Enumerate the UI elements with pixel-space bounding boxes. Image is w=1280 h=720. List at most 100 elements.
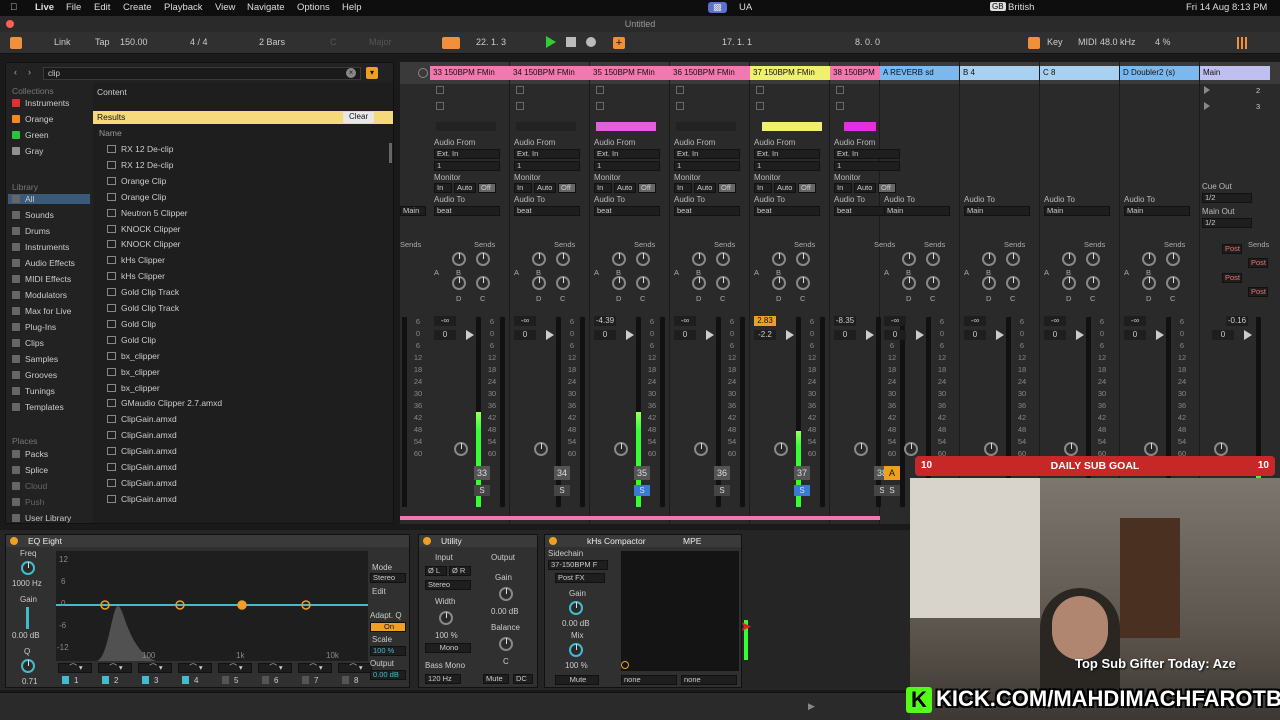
pan-arrow-icon[interactable]: [626, 330, 634, 340]
name-column-header[interactable]: Name: [99, 128, 122, 138]
band-filter-type-select[interactable]: ⌒ ▾: [138, 663, 172, 673]
eq-eight-title[interactable]: EQ Eight: [28, 536, 62, 546]
send-knob-c[interactable]: [772, 276, 786, 290]
pan-field[interactable]: 0: [594, 330, 616, 340]
send-knob-a[interactable]: [532, 252, 546, 266]
result-item[interactable]: ClipGain.amxd: [107, 430, 177, 440]
track-name[interactable]: 33 150BPM FMin: [430, 66, 510, 80]
input-channel-select[interactable]: 1: [514, 161, 580, 171]
collection-item[interactable]: Gray: [12, 146, 43, 156]
time-signature-field[interactable]: 4 / 4: [190, 37, 208, 47]
session-record-icon[interactable]: +: [613, 37, 625, 49]
send-knob-a[interactable]: [902, 252, 916, 266]
pan-arrow-icon[interactable]: [1156, 330, 1164, 340]
monitor-in-button[interactable]: In: [594, 183, 612, 193]
menu-playback[interactable]: Playback: [164, 2, 203, 13]
send-knob-b[interactable]: [476, 252, 490, 266]
solo-button[interactable]: S: [884, 485, 900, 496]
pan-arrow-icon[interactable]: [706, 330, 714, 340]
band-filter-type-select[interactable]: ⌒ ▾: [338, 663, 372, 673]
forward-arrow-icon[interactable]: ›: [28, 67, 31, 77]
volume-field[interactable]: -∞: [1044, 316, 1066, 326]
play-icon[interactable]: [546, 36, 556, 48]
clip-slot[interactable]: [676, 122, 736, 131]
volume-fader-knob[interactable]: [1214, 442, 1228, 456]
send-knob-d[interactable]: [636, 276, 650, 290]
compactor-display[interactable]: [621, 551, 739, 671]
send-knob-d[interactable]: [1086, 276, 1100, 290]
send-knob-a[interactable]: [692, 252, 706, 266]
library-item-all[interactable]: All: [8, 194, 90, 204]
places-item-cloud[interactable]: Cloud: [12, 481, 47, 491]
audio-to-select[interactable]: Main: [400, 206, 426, 216]
track-activator-button[interactable]: 33: [474, 466, 490, 480]
return-track-name[interactable]: C 8: [1040, 66, 1119, 80]
close-window-icon[interactable]: [6, 20, 14, 28]
band-enable-icon[interactable]: [142, 676, 149, 684]
places-item-user-library[interactable]: User Library: [12, 513, 71, 523]
clip-stop-icon[interactable]: [676, 102, 684, 110]
return-activator-button[interactable]: A: [884, 466, 900, 480]
result-item[interactable]: RX 12 De-clip: [107, 160, 173, 170]
send-knob-d[interactable]: [796, 276, 810, 290]
record-icon[interactable]: [586, 37, 596, 47]
track-activator-button[interactable]: 34: [554, 466, 570, 480]
mpe-label[interactable]: MPE: [683, 535, 701, 547]
volume-fader-knob[interactable]: [1064, 442, 1078, 456]
send-knob-b[interactable]: [796, 252, 810, 266]
input-channel-select[interactable]: 1: [754, 161, 820, 171]
monitor-in-button[interactable]: In: [514, 183, 532, 193]
result-item[interactable]: Orange Clip: [107, 176, 166, 186]
width-value[interactable]: 100 %: [435, 631, 458, 640]
library-item-midi-effects[interactable]: MIDI Effects: [12, 274, 71, 284]
send-knob-a[interactable]: [452, 252, 466, 266]
band-enable-icon[interactable]: [342, 676, 349, 684]
status-menu-icon[interactable]: ▩: [708, 2, 727, 13]
scale-field[interactable]: 100 %: [370, 646, 406, 656]
phase-left-toggle[interactable]: Ø L: [425, 566, 447, 576]
audio-to-select[interactable]: beat: [674, 206, 740, 216]
library-item-templates[interactable]: Templates: [12, 402, 64, 412]
clip-stop-icon[interactable]: [596, 102, 604, 110]
audio-from-select[interactable]: Ext. In: [434, 149, 500, 159]
clip-stop-icon[interactable]: [596, 86, 604, 94]
send-knob-a[interactable]: [982, 252, 996, 266]
send-knob-b[interactable]: [636, 252, 650, 266]
result-item[interactable]: ClipGain.amxd: [107, 478, 177, 488]
freq-value[interactable]: 1000 Hz: [12, 579, 42, 588]
apple-icon[interactable]: : [10, 2, 17, 13]
pan-arrow-icon[interactable]: [786, 330, 794, 340]
mute-button[interactable]: Mute: [555, 675, 599, 685]
monitor-auto-button[interactable]: Auto: [614, 183, 636, 193]
track-name[interactable]: 35 150BPM FMin: [590, 66, 670, 80]
band-filter-type-select[interactable]: ⌒ ▾: [298, 663, 332, 673]
volume-fader-knob[interactable]: [774, 442, 788, 456]
channel-mode-select[interactable]: Stereo: [425, 580, 471, 590]
eq-display[interactable]: 12 6 0 -6 -12 100 1k 10k: [56, 551, 368, 661]
volume-field[interactable]: -8.35: [834, 316, 856, 326]
mix-knob[interactable]: [569, 643, 583, 657]
display-handle-icon[interactable]: [621, 661, 629, 669]
send-knob-c[interactable]: [692, 276, 706, 290]
library-item-modulators[interactable]: Modulators: [12, 290, 67, 300]
utility-title[interactable]: Utility: [441, 536, 462, 546]
gain-value[interactable]: 0.00 dB: [562, 619, 590, 628]
result-item[interactable]: RX 12 De-clip: [107, 144, 173, 154]
volume-fader-knob[interactable]: [454, 442, 468, 456]
menu-edit[interactable]: Edit: [94, 2, 110, 13]
volume-fader-knob[interactable]: [1144, 442, 1158, 456]
key-map-button[interactable]: Key: [1047, 37, 1063, 47]
clip-stop-icon[interactable]: [836, 86, 844, 94]
play-small-icon[interactable]: ▶: [808, 701, 815, 712]
arrangement-overdub-icon[interactable]: [442, 37, 460, 49]
volume-field[interactable]: -∞: [514, 316, 536, 326]
menu-create[interactable]: Create: [123, 2, 152, 13]
monitor-off-button[interactable]: Off: [638, 183, 656, 193]
return-track-name[interactable]: A REVERB sd: [880, 66, 959, 80]
band-filter-type-select[interactable]: ⌒ ▾: [258, 663, 292, 673]
result-item[interactable]: ClipGain.amxd: [107, 462, 177, 472]
volume-fader-knob[interactable]: [984, 442, 998, 456]
monitor-auto-button[interactable]: Auto: [454, 183, 476, 193]
clip-slot[interactable]: [762, 122, 822, 131]
result-item[interactable]: Gold Clip Track: [107, 287, 179, 297]
